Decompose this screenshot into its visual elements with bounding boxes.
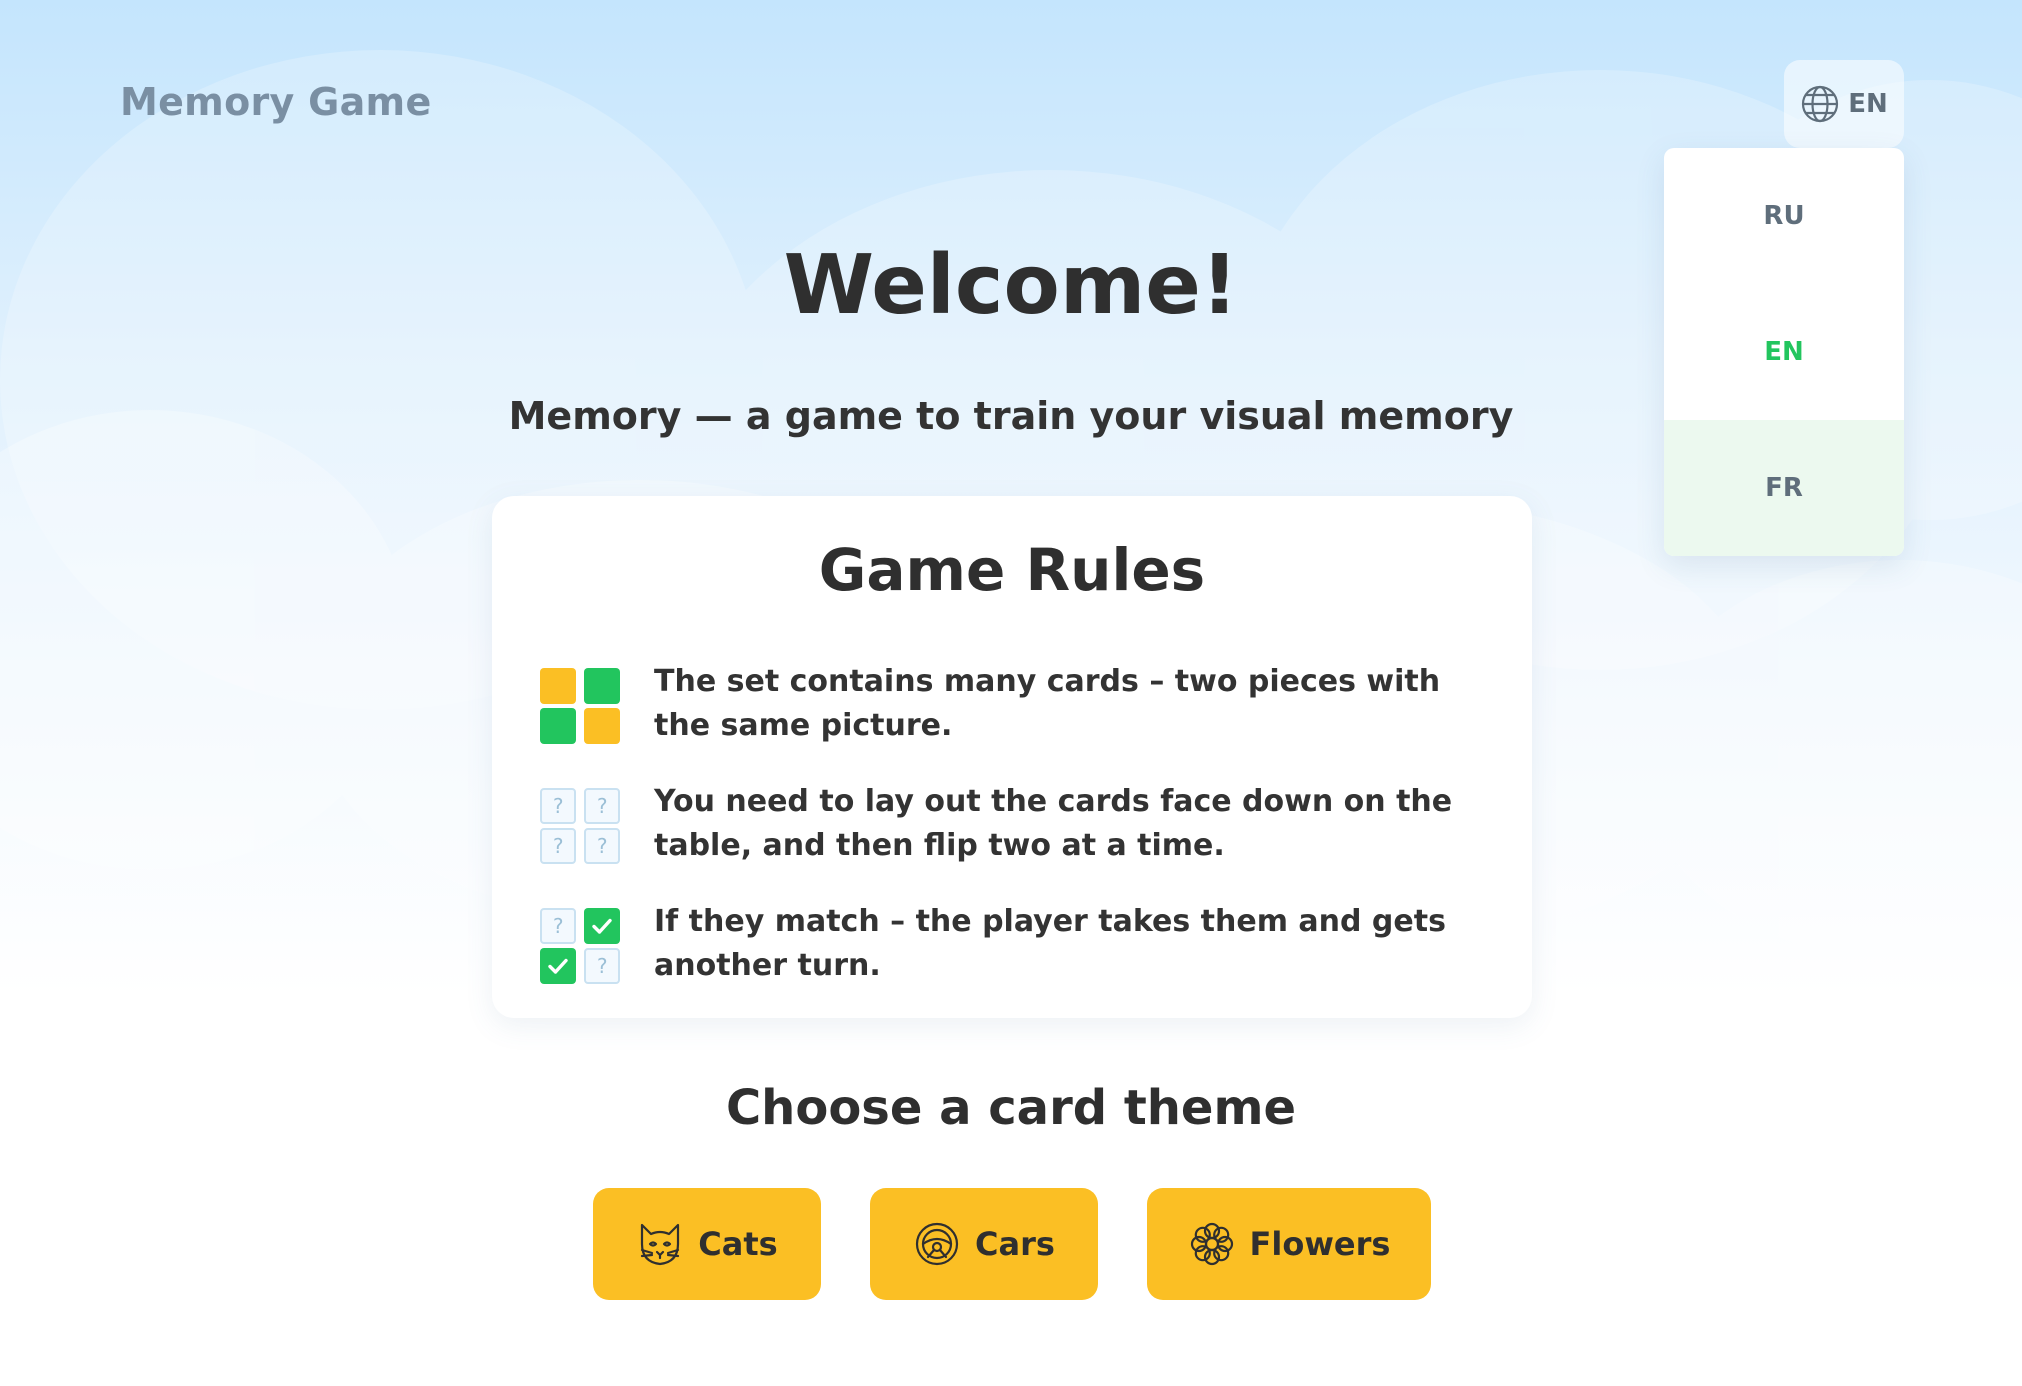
language-switcher-button[interactable]: EN xyxy=(1784,60,1904,148)
cat-icon xyxy=(641,1223,680,1266)
flower-icon xyxy=(1190,1222,1233,1266)
rule-item: ?? ?? You need to lay out the cards face… xyxy=(540,780,1500,868)
theme-button-label: Cats xyxy=(698,1225,778,1263)
globe-icon xyxy=(1802,85,1839,123)
theme-button-label: Flowers xyxy=(1249,1225,1391,1263)
matched-cards-icon: ? ? xyxy=(540,908,622,984)
app-logo[interactable]: Memory Game xyxy=(120,80,432,124)
rule-text: If they match – the player takes them an… xyxy=(654,904,1446,983)
face-down-cards-icon: ?? ?? xyxy=(540,788,622,864)
check-icon xyxy=(540,948,576,984)
language-option-fr[interactable]: FR xyxy=(1664,420,1904,556)
rule-item: The set contains many cards – two pieces… xyxy=(540,660,1500,748)
check-icon xyxy=(584,908,620,944)
theme-button-cars[interactable]: Cars xyxy=(870,1188,1098,1300)
language-dropdown-menu: RU EN FR xyxy=(1664,148,1904,556)
language-option-ru[interactable]: RU xyxy=(1664,148,1904,284)
theme-button-label: Cars xyxy=(975,1225,1055,1263)
colored-cards-icon xyxy=(540,668,622,744)
steering-wheel-icon xyxy=(915,1222,959,1266)
game-rules-title: Game Rules xyxy=(818,536,1206,604)
rule-item: ? ? If they match – the player takes the… xyxy=(540,900,1500,988)
rule-text: You need to lay out the cards face down … xyxy=(654,784,1453,863)
current-language-label: EN xyxy=(1848,89,1888,119)
theme-button-flowers[interactable]: Flowers xyxy=(1147,1188,1431,1300)
language-option-en[interactable]: EN xyxy=(1664,284,1904,420)
theme-button-cats[interactable]: Cats xyxy=(593,1188,821,1300)
rule-text: The set contains many cards – two pieces… xyxy=(654,664,1441,743)
game-rules-card: Game Rules The set contains many cards –… xyxy=(492,496,1532,1018)
card-theme-title: Choose a card theme xyxy=(725,1080,1297,1136)
